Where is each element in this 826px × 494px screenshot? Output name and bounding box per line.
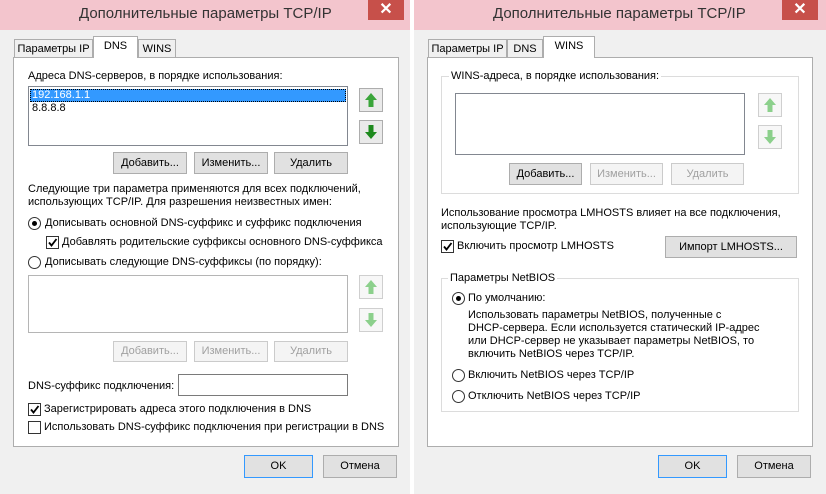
arrow-down-icon: [365, 125, 377, 139]
close-button[interactable]: ✕: [368, 0, 404, 20]
list-item[interactable]: 8.8.8.8: [30, 102, 346, 115]
tab-panel: Адреса DNS-серверов, в порядке использов…: [13, 57, 399, 447]
suffix-move-up-button[interactable]: [359, 275, 383, 299]
connection-suffix-label: DNS-суффикс подключения:: [28, 380, 175, 392]
checkbox-lmhosts[interactable]: [441, 240, 454, 253]
title-bar: Дополнительные параметры TCP/IP ✕: [0, 0, 410, 30]
netbios-default-desc-line4: включить NetBIOS через TCP/IP.: [468, 348, 635, 360]
netbios-default-desc-line3: или DHCP-сервер не указывает параметры N…: [468, 335, 755, 347]
connection-suffix-input[interactable]: [178, 374, 348, 396]
radio-netbios-default-label[interactable]: По умолчанию:: [468, 292, 545, 305]
add-suffix-button[interactable]: Добавить...: [113, 341, 187, 362]
info-text-line2: использующих TCP/IP. Для разрешения неиз…: [28, 196, 332, 208]
title-bar: Дополнительные параметры TCP/IP ✕: [414, 0, 826, 30]
dns-servers-label: Адреса DNS-серверов, в порядке использов…: [28, 70, 283, 82]
move-down-button[interactable]: [359, 120, 383, 144]
checkbox-use-suffix[interactable]: [28, 421, 41, 434]
import-lmhosts-button[interactable]: Импорт LMHOSTS...: [665, 236, 797, 258]
tab-dns[interactable]: DNS: [507, 39, 543, 58]
radio-netbios-enable[interactable]: [452, 369, 465, 382]
ok-button[interactable]: OK: [658, 455, 727, 478]
radio-primary-suffix-label[interactable]: Дописывать основной DNS-суффикс и суффик…: [45, 217, 362, 230]
dialog-dns: Дополнительные параметры TCP/IP ✕ Параме…: [0, 0, 410, 494]
delete-dns-button[interactable]: Удалить: [274, 152, 348, 174]
edit-suffix-button[interactable]: Изменить...: [194, 341, 268, 362]
suffix-list[interactable]: [28, 275, 348, 333]
window-title: Дополнительные параметры TCP/IP: [79, 5, 332, 22]
delete-wins-button[interactable]: Удалить: [671, 163, 744, 185]
checkmark-icon: [30, 405, 40, 414]
radio-netbios-enable-label[interactable]: Включить NetBIOS через TCP/IP: [468, 369, 634, 382]
arrow-up-icon: [365, 280, 377, 294]
netbios-default-desc-line1: Использовать параметры NetBIOS, полученн…: [468, 309, 722, 321]
radio-netbios-default[interactable]: [452, 292, 465, 305]
edit-dns-button[interactable]: Изменить...: [194, 152, 268, 174]
tab-ip-settings[interactable]: Параметры IP: [14, 39, 93, 58]
add-wins-button[interactable]: Добавить...: [509, 163, 582, 185]
radio-following-suffixes-label[interactable]: Дописывать следующие DNS-суффиксы (по по…: [45, 256, 322, 269]
tab-ip-settings[interactable]: Параметры IP: [428, 39, 507, 58]
dns-server-list[interactable]: 192.168.1.1 8.8.8.8: [28, 86, 348, 146]
move-up-button[interactable]: [359, 88, 383, 112]
arrow-down-icon: [764, 130, 776, 144]
window-title: Дополнительные параметры TCP/IP: [493, 5, 746, 22]
arrow-up-icon: [764, 98, 776, 112]
wins-address-list[interactable]: [455, 93, 745, 155]
list-item[interactable]: 192.168.1.1: [30, 89, 346, 102]
delete-suffix-button[interactable]: Удалить: [274, 341, 348, 362]
arrow-up-icon: [365, 93, 377, 107]
arrow-down-icon: [365, 313, 377, 327]
wins-move-up-button[interactable]: [758, 93, 782, 117]
tab-wins[interactable]: WINS: [138, 39, 176, 58]
checkmark-icon: [48, 238, 58, 247]
radio-primary-suffix[interactable]: [28, 217, 41, 230]
checkbox-register-dns-label[interactable]: Зарегистрировать адреса этого подключени…: [44, 403, 311, 416]
wins-addresses-label: WINS-адреса, в порядке использования:: [449, 70, 662, 83]
radio-netbios-disable[interactable]: [452, 390, 465, 403]
suffix-move-down-button[interactable]: [359, 308, 383, 332]
lmhosts-info-line2: использующие TCP/IP.: [441, 220, 557, 232]
cancel-button[interactable]: Отмена: [323, 455, 397, 478]
cancel-button[interactable]: Отмена: [737, 455, 811, 478]
netbios-default-desc-line2: DHCP-сервера. Если используется статичес…: [468, 322, 760, 334]
dialog-wins: Дополнительные параметры TCP/IP ✕ Параме…: [414, 0, 826, 494]
edit-wins-button[interactable]: Изменить...: [590, 163, 663, 185]
add-dns-button[interactable]: Добавить...: [113, 152, 187, 174]
checkmark-icon: [443, 242, 453, 251]
info-text-line1: Следующие три параметра применяются для …: [28, 183, 361, 195]
close-button[interactable]: ✕: [782, 0, 818, 20]
checkbox-use-suffix-label[interactable]: Использовать DNS-суффикс подключения при…: [44, 421, 384, 434]
ok-button[interactable]: OK: [244, 455, 313, 478]
checkbox-parent-suffixes-label[interactable]: Добавлять родительские суффиксы основног…: [62, 236, 383, 249]
radio-netbios-disable-label[interactable]: Отключить NetBIOS через TCP/IP: [468, 390, 641, 403]
checkbox-register-dns[interactable]: [28, 403, 41, 416]
netbios-group-title: Параметры NetBIOS: [448, 272, 558, 285]
tab-dns[interactable]: DNS: [93, 36, 138, 58]
radio-following-suffixes[interactable]: [28, 256, 41, 269]
wins-move-down-button[interactable]: [758, 125, 782, 149]
tab-wins[interactable]: WINS: [543, 36, 595, 58]
checkbox-parent-suffixes[interactable]: [46, 236, 59, 249]
lmhosts-info-line1: Использование просмотра LMHOSTS влияет н…: [441, 207, 781, 219]
tab-panel: WINS-адреса, в порядке использования: До…: [427, 57, 813, 447]
checkbox-lmhosts-label[interactable]: Включить просмотр LMHOSTS: [457, 240, 614, 253]
